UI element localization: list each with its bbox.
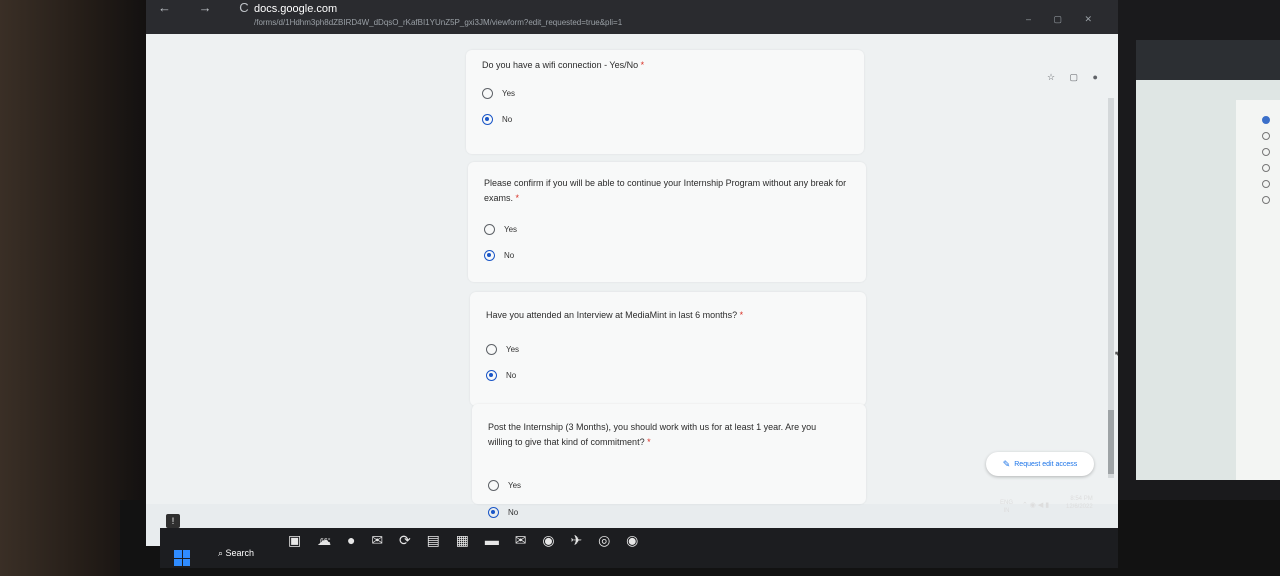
- option-label: Yes: [502, 89, 516, 98]
- address-bar-domain[interactable]: docs.google.com: [254, 3, 337, 15]
- required-asterisk: *: [515, 193, 520, 203]
- required-asterisk: *: [739, 310, 744, 320]
- taskbar-search[interactable]: ⌕ Search: [218, 548, 254, 559]
- request-edit-label: Request edit access: [1014, 460, 1078, 468]
- radio-button-selected[interactable]: [488, 507, 499, 518]
- extension-icons[interactable]: ☆ ▢ ●: [1047, 72, 1104, 83]
- second-monitor-radio: [1262, 148, 1270, 156]
- question-text: Do you have a wifi connection - Yes/No *: [482, 58, 852, 73]
- second-monitor-radio: [1262, 196, 1270, 204]
- taskbar-clock[interactable]: 8:54 PM 12/6/2022: [1066, 495, 1093, 511]
- question-label: Have you attended an Interview at MediaM…: [486, 310, 738, 320]
- weather-widget[interactable]: 66°: [320, 538, 331, 545]
- radio-option-yes[interactable]: Yes: [482, 88, 515, 99]
- option-label: Yes: [506, 345, 520, 354]
- request-edit-access-button[interactable]: ✎ Request edit access: [986, 452, 1094, 476]
- radio-button-selected[interactable]: [486, 370, 497, 381]
- question-label: Post the Internship (3 Months), you shou…: [488, 422, 817, 447]
- second-monitor-radio: [1262, 132, 1270, 140]
- system-tray-icons[interactable]: ⌃ ◉ ◀ ▮: [1022, 501, 1049, 509]
- question-card: Have you attended an Interview at MediaM…: [470, 292, 866, 406]
- windows-taskbar: ⌕ Search ▣ ☁ ● ✉ ⟳ ▤ ▦ ▬ ✉ ◉ ✈ ◎ ◉ 66°: [160, 528, 1118, 568]
- question-card: Please confirm if you will be able to co…: [468, 162, 866, 282]
- radio-button[interactable]: [486, 344, 497, 355]
- option-label: No: [508, 508, 519, 517]
- address-bar-path[interactable]: /forms/d/1Hdhm3ph8dZBIRD4W_dDqsO_rKafBI1…: [254, 18, 622, 27]
- question-label: Please confirm if you will be able to co…: [484, 178, 847, 203]
- mouse-cursor-icon: ⬉: [1114, 349, 1118, 359]
- option-label: Yes: [504, 225, 518, 234]
- radio-option-no[interactable]: No: [486, 370, 516, 381]
- radio-button-selected[interactable]: [484, 250, 495, 261]
- required-asterisk: *: [640, 60, 645, 70]
- radio-option-yes[interactable]: Yes: [488, 480, 521, 491]
- form-page: ☆ ▢ ● Do you have a wifi connection - Ye…: [146, 34, 1118, 504]
- language-indicator[interactable]: ENG IN: [1000, 499, 1013, 515]
- second-monitor-radio: [1262, 164, 1270, 172]
- radio-option-no[interactable]: No: [488, 507, 518, 518]
- radio-button[interactable]: [488, 480, 499, 491]
- question-card: Post the Internship (3 Months), you shou…: [472, 404, 866, 504]
- option-label: No: [502, 115, 513, 124]
- main-screen: ← → C docs.google.com /forms/d/1Hdhm3ph8…: [146, 0, 1118, 546]
- question-card: Do you have a wifi connection - Yes/No *…: [466, 50, 864, 154]
- option-label: Yes: [508, 481, 522, 490]
- option-label: No: [506, 371, 517, 380]
- second-monitor: [1136, 40, 1280, 480]
- radio-button-selected[interactable]: [482, 114, 493, 125]
- clock-time: 8:54 PM: [1070, 496, 1093, 502]
- second-monitor-form-panel: [1236, 100, 1280, 480]
- monitor-bezel-left: [0, 0, 150, 576]
- question-label: Do you have a wifi connection - Yes/No: [482, 60, 639, 70]
- lang-top: ENG: [1000, 500, 1014, 506]
- question-text: Post the Internship (3 Months), you shou…: [488, 420, 838, 450]
- windows-start-icon[interactable]: [174, 550, 190, 566]
- radio-option-yes[interactable]: Yes: [484, 224, 517, 235]
- option-label: No: [504, 251, 515, 260]
- required-asterisk: *: [647, 437, 651, 447]
- radio-button[interactable]: [482, 88, 493, 99]
- clock-date: 12/6/2022: [1066, 504, 1093, 510]
- radio-option-yes[interactable]: Yes: [486, 344, 519, 355]
- question-text: Please confirm if you will be able to co…: [484, 176, 856, 206]
- lang-bottom: IN: [1003, 508, 1010, 514]
- question-text: Have you attended an Interview at MediaM…: [486, 308, 856, 323]
- radio-option-no[interactable]: No: [484, 250, 514, 261]
- radio-option-no[interactable]: No: [482, 114, 512, 125]
- window-controls[interactable]: – ▢ ✕: [1026, 14, 1102, 25]
- page-scrollbar-thumb[interactable]: [1108, 410, 1114, 474]
- feedback-icon[interactable]: !: [166, 514, 180, 528]
- taskbar-app-icons[interactable]: ▣ ☁ ● ✉ ⟳ ▤ ▦ ▬ ✉ ◉ ✈ ◎ ◉: [288, 532, 644, 549]
- second-monitor-radio: [1262, 116, 1270, 124]
- second-monitor-tabbar: [1136, 40, 1280, 80]
- second-monitor-radio: [1262, 180, 1270, 188]
- browser-toolbar: ← → C docs.google.com /forms/d/1Hdhm3ph8…: [146, 0, 1118, 34]
- search-label: Search: [225, 548, 255, 558]
- radio-button[interactable]: [484, 224, 495, 235]
- pencil-icon: ✎: [1002, 458, 1011, 469]
- browser-nav-buttons[interactable]: ← → C: [158, 0, 261, 15]
